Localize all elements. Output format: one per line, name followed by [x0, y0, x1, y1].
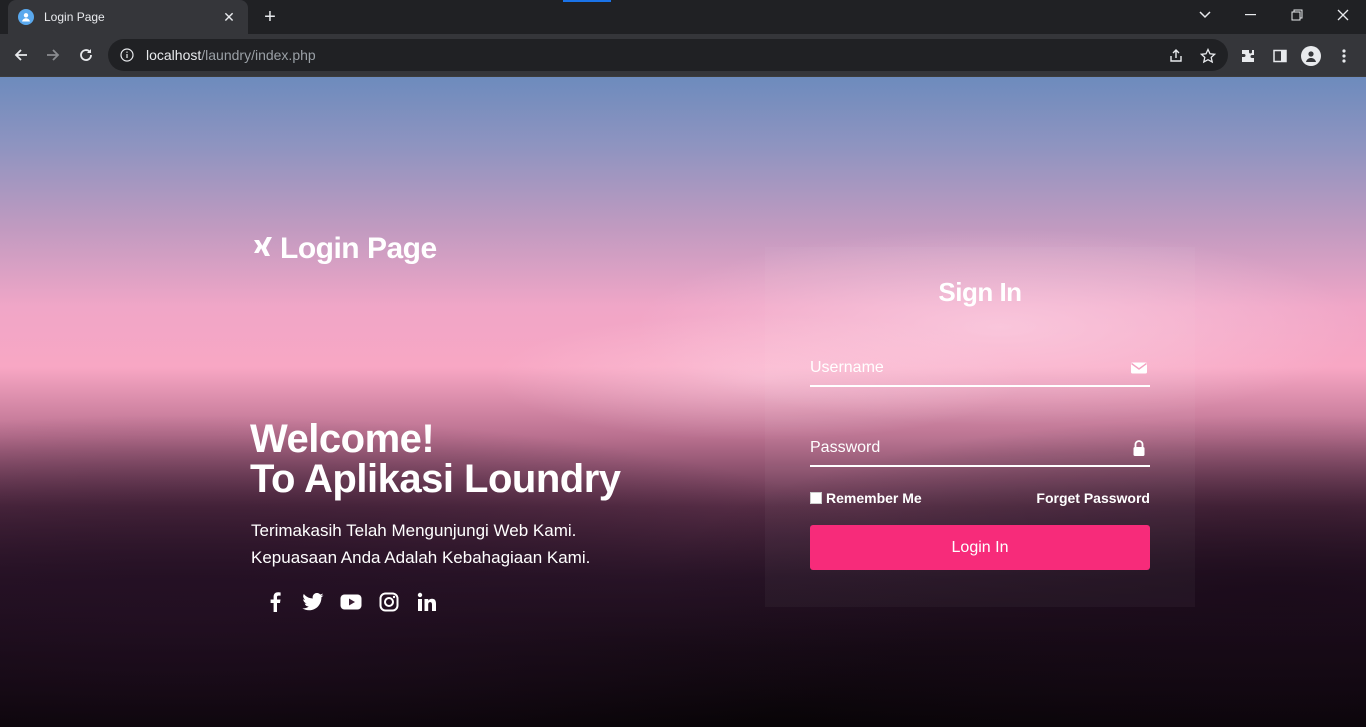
url-text: localhost/laundry/index.php: [146, 47, 316, 63]
minimize-icon[interactable]: [1228, 0, 1274, 30]
tab-title: Login Page: [44, 10, 105, 24]
tagline-line-2: Kepuasaan Anda Adalah Kebahagiaan Kami.: [251, 548, 591, 567]
remember-me-label: Remember Me: [826, 490, 922, 506]
youtube-icon[interactable]: [338, 589, 364, 615]
new-tab-button[interactable]: +: [258, 6, 282, 28]
bookmark-star-icon[interactable]: [1197, 45, 1219, 67]
password-input[interactable]: [810, 433, 1120, 463]
welcome-tagline: Terimakasih Telah Mengunjungi Web Kami. …: [251, 517, 590, 571]
restore-icon[interactable]: [1274, 0, 1320, 30]
extensions-icon[interactable]: [1236, 44, 1260, 68]
instagram-icon[interactable]: [376, 589, 402, 615]
browser-tabbar: Login Page ✕ +: [0, 0, 1366, 34]
social-links: [262, 589, 452, 615]
tab-indicator: [563, 0, 611, 2]
password-field: [810, 433, 1150, 467]
welcome-heading: Welcome! To Aplikasi Loundry: [250, 419, 621, 499]
back-icon[interactable]: [6, 40, 36, 70]
tab-close-icon[interactable]: ✕: [220, 8, 238, 26]
reload-icon[interactable]: [71, 40, 101, 70]
tagline-line-1: Terimakasih Telah Mengunjungi Web Kami.: [251, 521, 577, 540]
browser-toolbar: localhost/laundry/index.php: [0, 34, 1366, 77]
remember-me-checkbox[interactable]: Remember Me: [810, 490, 922, 506]
forget-password-link[interactable]: Forget Password: [1000, 490, 1150, 506]
forward-icon[interactable]: [38, 40, 68, 70]
username-field: [810, 353, 1150, 387]
profile-avatar[interactable]: [1299, 44, 1323, 68]
login-page-background: Login Page Welcome! To Aplikasi Loundry …: [0, 77, 1366, 727]
xing-icon: [252, 236, 274, 262]
browser-tab[interactable]: Login Page ✕: [8, 0, 248, 34]
sign-in-title: Sign In: [938, 277, 1022, 307]
address-bar[interactable]: localhost/laundry/index.php: [108, 39, 1228, 71]
twitter-icon[interactable]: [300, 589, 326, 615]
checkbox-square[interactable]: [810, 492, 822, 504]
tab-search-icon[interactable]: [1182, 0, 1228, 30]
linkedin-icon[interactable]: [414, 589, 440, 615]
facebook-icon[interactable]: [262, 589, 288, 615]
site-info-icon[interactable]: [120, 48, 134, 62]
login-button[interactable]: Login In: [810, 525, 1150, 570]
username-input[interactable]: [810, 353, 1120, 383]
profile-icon: [1301, 46, 1321, 66]
brand-title: Login Page: [280, 232, 437, 265]
welcome-line-2: To Aplikasi Loundry: [250, 457, 621, 501]
url-host: localhost: [146, 47, 202, 63]
envelope-icon: [1130, 359, 1148, 377]
menu-kebab-icon[interactable]: [1332, 44, 1356, 68]
url-path: /laundry/index.php: [201, 47, 316, 63]
close-window-icon[interactable]: [1320, 0, 1366, 30]
welcome-line-1: Welcome!: [250, 417, 435, 461]
brand-logo: Login Page: [252, 232, 437, 266]
favicon-user-icon: [18, 9, 34, 25]
side-panel-icon[interactable]: [1268, 44, 1292, 68]
share-icon[interactable]: [1165, 45, 1187, 67]
lock-icon: [1130, 439, 1148, 457]
